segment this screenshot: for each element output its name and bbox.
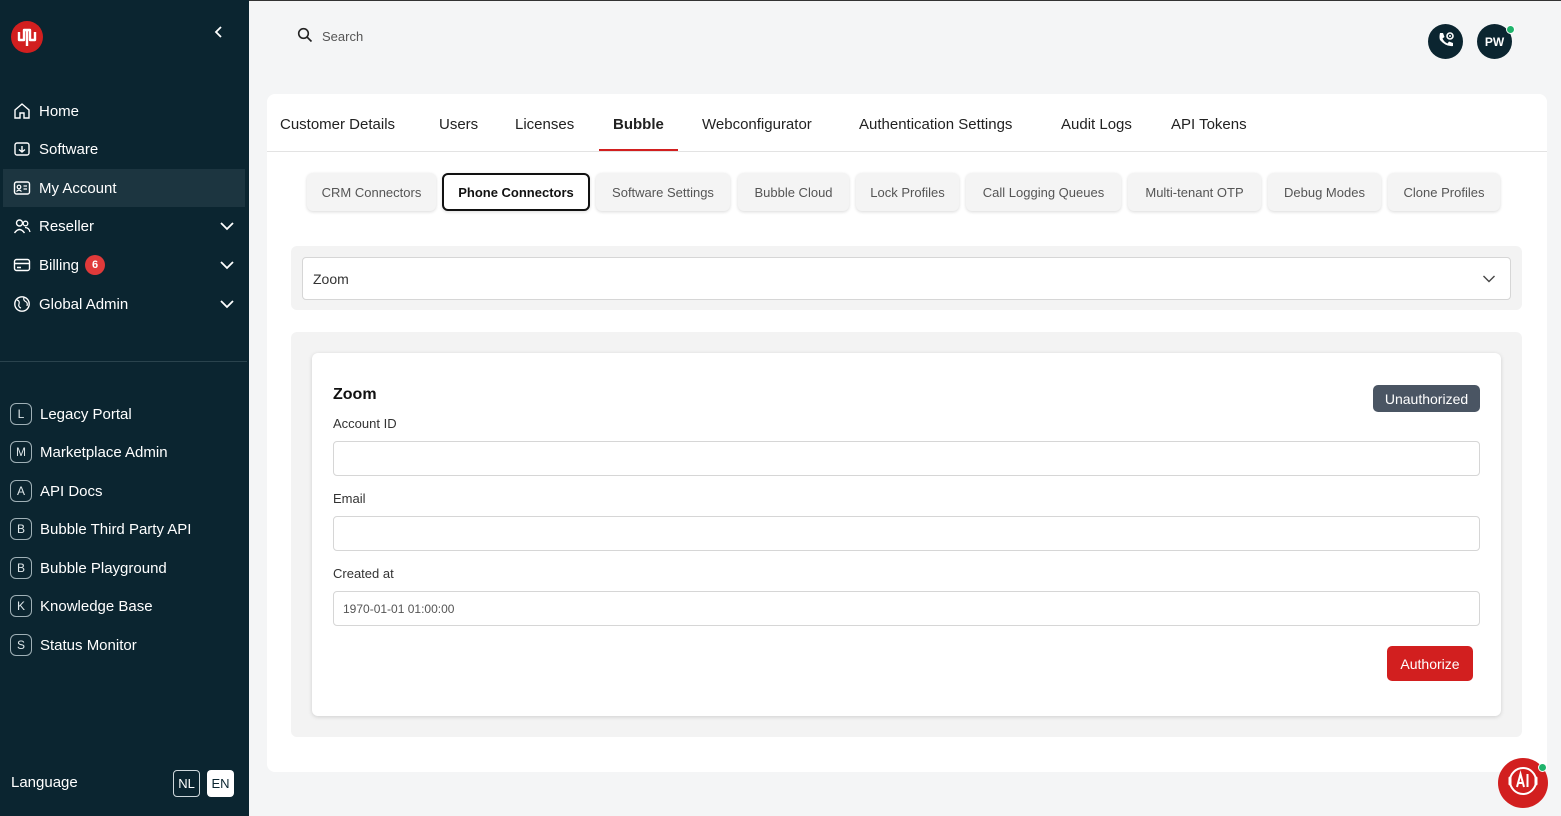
- sidebar: Home Software My Account Reseller Billin…: [0, 0, 249, 816]
- tab-bubble[interactable]: Bubble: [613, 116, 664, 152]
- users-icon: [12, 216, 32, 236]
- subtab-call-logging-queues[interactable]: Call Logging Queues: [966, 173, 1121, 211]
- credit-card-icon: [12, 255, 32, 275]
- status-badge: Unauthorized: [1373, 385, 1480, 412]
- chevron-down-icon[interactable]: [219, 218, 235, 234]
- tab-bar: Customer Details Users Licenses Bubble W…: [267, 94, 1547, 152]
- letter-badge: L: [10, 403, 32, 425]
- nav-global-admin[interactable]: Global Admin: [0, 285, 249, 323]
- connector-select[interactable]: Zoom: [302, 257, 1511, 300]
- subtab-multi-tenant-otp[interactable]: Multi-tenant OTP: [1128, 173, 1261, 211]
- letter-badge: S: [10, 634, 32, 656]
- chevron-down-icon: [1482, 272, 1496, 286]
- nav-my-account-label: My Account: [39, 179, 117, 197]
- connector-title: Zoom: [333, 386, 377, 403]
- link-status-monitor[interactable]: S Status Monitor: [0, 626, 249, 664]
- link-label: Status Monitor: [40, 636, 137, 654]
- language-nl-button[interactable]: NL: [173, 770, 200, 797]
- tab-audit-logs[interactable]: Audit Logs: [1061, 116, 1132, 152]
- letter-badge: B: [10, 518, 32, 540]
- subtab-phone-connectors[interactable]: Phone Connectors: [442, 173, 590, 211]
- subtab-debug-modes[interactable]: Debug Modes: [1268, 173, 1381, 211]
- authorize-button[interactable]: Authorize: [1387, 646, 1473, 681]
- logo-icon[interactable]: [10, 20, 44, 54]
- nav-home-label: Home: [39, 102, 80, 120]
- nav-reseller[interactable]: Reseller: [0, 207, 249, 245]
- link-bubble-playground[interactable]: B Bubble Playground: [0, 549, 249, 587]
- email-field[interactable]: [333, 516, 1480, 551]
- subtab-clone-profiles[interactable]: Clone Profiles: [1388, 173, 1500, 211]
- link-api-docs[interactable]: A API Docs: [0, 472, 249, 510]
- link-label: Bubble Third Party API: [40, 520, 192, 538]
- sidebar-divider: [0, 361, 247, 362]
- search-icon: [297, 27, 313, 43]
- search-input[interactable]: [316, 23, 496, 49]
- home-icon: [12, 101, 32, 121]
- letter-badge: B: [10, 557, 32, 579]
- ai-assistant-icon: [1503, 761, 1543, 806]
- nav-software-label: Software: [39, 140, 99, 158]
- link-label: Knowledge Base: [40, 597, 153, 615]
- link-label: Legacy Portal: [40, 405, 132, 423]
- id-card-icon: [12, 178, 32, 198]
- letter-badge: M: [10, 441, 32, 463]
- phone-settings-button[interactable]: [1428, 24, 1463, 59]
- tab-api-tokens[interactable]: API Tokens: [1171, 116, 1247, 152]
- tab-authentication-settings[interactable]: Authentication Settings: [859, 116, 1012, 152]
- active-tab-indicator: [599, 149, 678, 151]
- link-label: Marketplace Admin: [40, 443, 168, 461]
- billing-badge: 6: [85, 255, 106, 275]
- chevron-down-icon[interactable]: [219, 296, 235, 312]
- tab-users[interactable]: Users: [439, 116, 478, 152]
- nav-billing[interactable]: Billing 6: [0, 246, 249, 284]
- letter-badge: K: [10, 595, 32, 617]
- subtab-bubble-cloud[interactable]: Bubble Cloud: [738, 173, 849, 211]
- subtab-crm-connectors[interactable]: CRM Connectors: [307, 173, 436, 211]
- connector-card: Zoom Unauthorized Account ID Email Creat…: [312, 353, 1501, 716]
- link-label: API Docs: [40, 482, 103, 500]
- language-en-button[interactable]: EN: [207, 770, 234, 797]
- connector-select-wrapper: Zoom: [291, 246, 1522, 310]
- nav-reseller-label: Reseller: [39, 217, 95, 235]
- account-id-label: Account ID: [333, 416, 397, 431]
- email-label: Email: [333, 491, 366, 506]
- online-status-dot: [1506, 25, 1515, 34]
- nav-billing-label: Billing: [39, 256, 80, 274]
- subtab-software-settings[interactable]: Software Settings: [596, 173, 730, 211]
- connector-select-value: Zoom: [313, 270, 349, 287]
- main-card: Customer Details Users Licenses Bubble W…: [267, 94, 1547, 772]
- letter-badge: A: [10, 480, 32, 502]
- subtab-lock-profiles[interactable]: Lock Profiles: [856, 173, 959, 211]
- account-id-field[interactable]: [333, 441, 1480, 476]
- link-marketplace-admin[interactable]: M Marketplace Admin: [0, 433, 249, 471]
- nav-software[interactable]: Software: [0, 130, 249, 168]
- link-label: Bubble Playground: [40, 559, 167, 577]
- tab-customer-details[interactable]: Customer Details: [280, 116, 395, 152]
- collapse-sidebar-icon[interactable]: [211, 24, 227, 40]
- link-knowledge-base[interactable]: K Knowledge Base: [0, 587, 249, 625]
- nav-home[interactable]: Home: [0, 92, 249, 130]
- tab-webconfigurator[interactable]: Webconfigurator: [702, 116, 812, 152]
- chevron-down-icon[interactable]: [219, 257, 235, 273]
- nav-global-admin-label: Global Admin: [39, 295, 129, 313]
- created-at-field[interactable]: [333, 591, 1480, 626]
- connector-panel: Zoom Unauthorized Account ID Email Creat…: [291, 332, 1522, 737]
- ai-online-dot: [1538, 763, 1547, 772]
- link-bubble-third-party-api[interactable]: B Bubble Third Party API: [0, 510, 249, 548]
- link-legacy-portal[interactable]: L Legacy Portal: [0, 395, 249, 433]
- download-icon: [12, 139, 32, 159]
- globe-icon: [12, 294, 32, 314]
- language-label: Language: [11, 774, 78, 791]
- tab-licenses[interactable]: Licenses: [515, 116, 574, 152]
- created-at-label: Created at: [333, 566, 394, 581]
- phone-gear-icon: [1436, 30, 1456, 53]
- nav-my-account[interactable]: My Account: [3, 169, 245, 207]
